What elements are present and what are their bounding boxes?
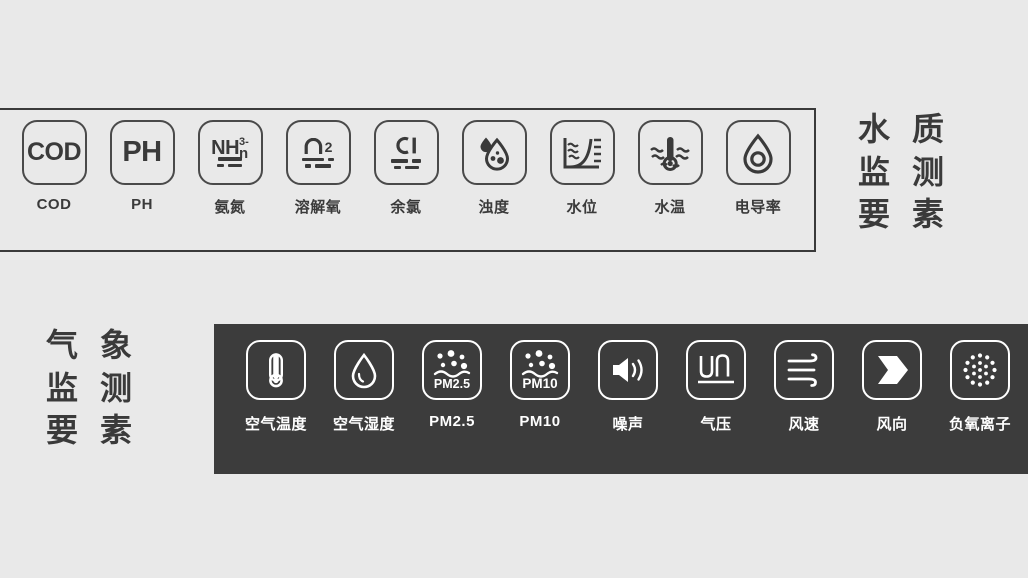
title-char: 要 — [858, 196, 891, 233]
title-char: 水 — [858, 111, 891, 147]
conductivity-droplet-icon — [725, 120, 791, 185]
water-temperature-icon — [637, 120, 703, 185]
water-title-column-1: 水 监 要 — [858, 112, 890, 232]
title-char: 要 — [46, 412, 79, 449]
weather-item-noise[interactable]: 噪声 — [584, 340, 672, 434]
weather-item-label: 空气湿度 — [332, 416, 395, 433]
weather-item-label: 负氧离子 — [948, 416, 1011, 433]
pm10-particles-icon: PM10 — [510, 340, 570, 400]
title-char: 素 — [912, 196, 945, 233]
pm25-particles-icon: PM2.5 — [422, 340, 482, 400]
water-item-label: 电导率 — [734, 199, 782, 216]
weather-item-label: PM2.5 — [429, 413, 475, 430]
dissolved-oxygen-icon: 2 — [285, 120, 351, 185]
title-char: 象 — [100, 327, 133, 363]
title-char: 素 — [100, 412, 133, 449]
water-item-cod[interactable]: COD COD — [10, 120, 98, 213]
weather-item-label: 空气温度 — [244, 416, 307, 433]
residual-chlorine-icon — [373, 120, 439, 185]
weather-item-label: 噪声 — [612, 416, 644, 433]
ph-glyph: PH — [122, 136, 162, 168]
weather-item-wind-direction[interactable]: 风向 — [848, 340, 936, 434]
cod-text-icon: COD — [21, 120, 87, 185]
wind-direction-arrow-icon — [862, 340, 922, 400]
weather-monitoring-panel: 空气温度 空气湿度 PM2.5 PM2.5 PM10 PM10 噪声 气压 风速… — [214, 324, 1028, 474]
water-level-gauge-icon — [549, 120, 615, 185]
water-quality-title: 水 监 要 质 测 素 — [858, 112, 944, 232]
weather-icon-row: 空气温度 空气湿度 PM2.5 PM2.5 PM10 PM10 噪声 气压 风速… — [232, 340, 1024, 434]
wind-speed-icon — [774, 340, 834, 400]
weather-title-column-1: 气 监 要 — [46, 328, 78, 448]
weather-item-pm10[interactable]: PM10 PM10 — [496, 340, 584, 430]
water-item-label: 余氯 — [390, 199, 422, 216]
title-char: 监 — [858, 153, 891, 190]
ph-text-icon: PH — [109, 120, 175, 185]
title-char: 测 — [100, 369, 133, 406]
water-item-label: 水温 — [654, 199, 686, 216]
water-item-label: 浊度 — [478, 199, 510, 216]
water-item-ammonia-nitrogen[interactable]: NH 3- n 氨氮 — [186, 120, 274, 217]
cod-glyph: COD — [26, 138, 82, 166]
weather-item-negative-oxygen-ion[interactable]: 负氧离子 — [936, 340, 1024, 434]
water-item-ph[interactable]: PH PH — [98, 120, 186, 213]
ammonia-nitrogen-icon: NH 3- n — [197, 120, 263, 185]
thermometer-icon — [246, 340, 306, 400]
weather-item-air-pressure[interactable]: 气压 — [672, 340, 760, 434]
weather-item-air-temperature[interactable]: 空气温度 — [232, 340, 320, 434]
water-item-label: 氨氮 — [214, 199, 246, 216]
pm25-glyph: PM2.5 — [434, 377, 470, 391]
weather-title-column-2: 象 测 素 — [100, 328, 132, 448]
water-item-water-temperature[interactable]: 水温 — [626, 120, 714, 217]
turbidity-droplet-icon — [461, 120, 527, 185]
water-item-dissolved-oxygen[interactable]: 2 溶解氧 — [274, 120, 362, 217]
weather-item-air-humidity[interactable]: 空气湿度 — [320, 340, 408, 434]
title-char: 质 — [912, 111, 945, 147]
water-item-label: COD — [36, 196, 72, 213]
air-pressure-icon — [686, 340, 746, 400]
title-char: 监 — [46, 369, 79, 406]
speaker-noise-icon — [598, 340, 658, 400]
weather-item-label: 风向 — [876, 416, 908, 433]
weather-item-label: 风速 — [788, 416, 820, 433]
negative-oxygen-ion-icon — [950, 340, 1010, 400]
water-quality-icon-row: COD COD PH PH NH 3- n 氨氮 2 溶解氧 余氯 浊度 水位 … — [10, 120, 802, 217]
water-item-turbidity[interactable]: 浊度 — [450, 120, 538, 217]
title-char: 测 — [912, 153, 945, 190]
weather-item-pm25[interactable]: PM2.5 PM2.5 — [408, 340, 496, 430]
water-item-residual-chlorine[interactable]: 余氯 — [362, 120, 450, 217]
weather-item-label: PM10 — [519, 413, 561, 430]
water-quality-panel: COD COD PH PH NH 3- n 氨氮 2 溶解氧 余氯 浊度 水位 … — [0, 108, 816, 252]
water-item-conductivity[interactable]: 电导率 — [714, 120, 802, 217]
weather-item-label: 气压 — [700, 416, 732, 433]
weather-item-wind-speed[interactable]: 风速 — [760, 340, 848, 434]
title-char: 气 — [46, 327, 79, 363]
water-item-water-level[interactable]: 水位 — [538, 120, 626, 217]
weather-monitoring-title: 气 监 要 象 测 素 — [46, 328, 132, 448]
water-title-column-2: 质 测 素 — [912, 112, 944, 232]
pm10-glyph: PM10 — [522, 376, 557, 391]
water-item-label: PH — [131, 196, 153, 213]
water-item-label: 水位 — [566, 199, 598, 216]
humidity-droplet-icon — [334, 340, 394, 400]
water-item-label: 溶解氧 — [294, 199, 342, 216]
